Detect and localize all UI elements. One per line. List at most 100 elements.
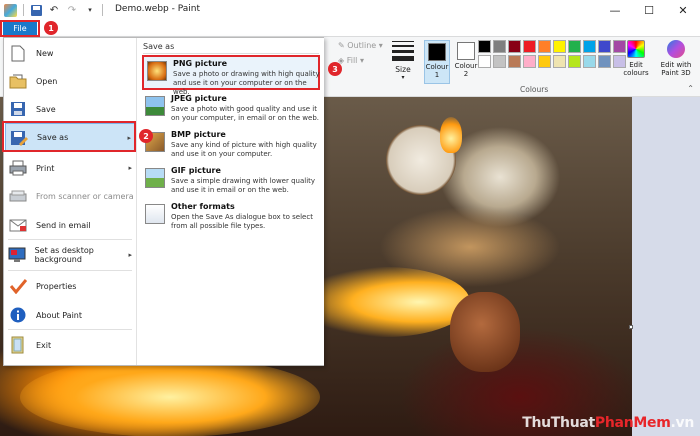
maximize-button[interactable]: ☐ [632,0,666,20]
menu-item-label: Open [36,76,58,86]
edit-colours-button[interactable]: Edit colours [622,40,650,77]
colour1-label: Colour 1 [425,63,449,79]
info-icon [8,305,28,325]
colour-palette [478,40,626,68]
chevron-right-icon: ▸ [128,164,132,172]
menu-item-new[interactable]: New [5,40,136,66]
file-menu-commands: New Open Save Save as ▸ Print ▸ From sca… [4,38,137,365]
file-tab-highlight [0,20,40,37]
palette-swatch[interactable] [493,55,506,68]
menu-item-open[interactable]: Open [5,68,136,94]
menu-divider [8,329,132,330]
palette-swatch[interactable] [553,55,566,68]
palette-swatch[interactable] [568,55,581,68]
new-file-icon [8,43,28,63]
watermark-logo: ThuThuatPhanMem.vn [522,415,694,431]
chevron-right-icon: ▸ [128,251,132,259]
menu-item-set-desktop-background[interactable]: Set as desktop background ▸ [5,242,136,268]
palette-swatch[interactable] [493,40,506,53]
menu-item-print[interactable]: Print ▸ [5,155,136,181]
option-description: Open the Save As dialogue box to select … [171,213,313,230]
open-folder-icon [8,71,28,91]
minimize-button[interactable]: — [598,0,632,20]
palette-swatch[interactable] [583,55,596,68]
save-icon [8,99,28,119]
palette-swatch[interactable] [523,40,536,53]
save-as-jpeg-option[interactable]: JPEG picture Save a photo with good qual… [142,92,320,126]
colour2-swatch [457,42,475,60]
fill-button[interactable]: ◈ Fill ▾ [338,56,364,65]
menu-item-about-paint[interactable]: About Paint [5,302,136,328]
palette-swatch[interactable] [523,55,536,68]
menu-item-label: Send in email [36,220,91,230]
menu-item-label: Properties [36,281,77,291]
paint3d-label: Edit with Paint 3D [660,61,692,77]
menu-divider [8,239,132,240]
outline-button[interactable]: ✎ Outline ▾ [338,41,383,50]
option-title: GIF picture [171,166,221,175]
other-formats-icon [145,204,165,224]
size-button[interactable]: Size ▾ [390,41,416,81]
fire-left-region [20,357,320,436]
size-icon [392,41,414,61]
save-as-submenu: Save as PNG picture Save a photo or draw… [138,38,324,365]
scanner-icon [8,186,28,206]
chevron-down-icon: ▾ [401,74,405,81]
palette-swatch[interactable] [553,40,566,53]
option-description: Save a photo with good quality and use i… [171,105,319,122]
menu-item-label: From scanner or camera [36,191,134,201]
size-label: Size [395,65,411,74]
palette-swatch[interactable] [508,40,521,53]
palette-swatch[interactable] [598,40,611,53]
window-title: Demo.webp - Paint [115,4,201,14]
torch-flame-region [440,117,462,153]
jpeg-picture-icon [145,96,165,116]
desktop-background-icon [8,245,27,265]
close-button[interactable]: ✕ [666,0,700,20]
menu-item-save[interactable]: Save [5,96,136,122]
step-1-badge: 1 [44,21,58,35]
step-3-badge: 3 [328,62,342,76]
colour1-button[interactable]: Colour 1 [424,40,450,84]
edit-with-paint3d-button[interactable]: Edit with Paint 3D [654,40,698,77]
save-as-bmp-option[interactable]: BMP picture Save any kind of picture wit… [142,128,320,162]
palette-swatch[interactable] [538,55,551,68]
palette-swatch[interactable] [538,40,551,53]
colour2-button[interactable]: Colour 2 [453,40,479,84]
save-as-gif-option[interactable]: GIF picture Save a simple drawing with l… [142,164,320,198]
menu-item-properties[interactable]: Properties [5,273,136,299]
divider [143,53,319,54]
menu-item-exit[interactable]: Exit [5,332,136,358]
exit-door-icon [8,335,28,355]
menu-item-from-scanner: From scanner or camera [5,183,136,209]
option-title: BMP picture [171,130,226,139]
collapse-ribbon-icon[interactable]: ⌃ [687,84,694,93]
file-menu: New Open Save Save as ▸ Print ▸ From sca… [3,37,324,366]
save-as-png-option[interactable]: PNG picture Save a photo or drawing with… [142,55,320,96]
save-as-highlight [2,121,136,152]
outline-icon: ✎ [338,41,348,50]
palette-swatch[interactable] [508,55,521,68]
step-2-badge: 2 [139,129,153,143]
title-bar: ↶ ↷ ▾ Demo.webp - Paint — ☐ ✕ [0,0,700,20]
option-title: PNG picture [173,59,228,68]
png-picture-icon [147,61,167,81]
palette-swatch[interactable] [478,40,491,53]
menu-item-label: New [36,48,54,58]
menu-item-label: Save [36,104,56,114]
palette-swatch[interactable] [478,55,491,68]
fire-breather-face-region [450,292,520,372]
canvas-resize-handle[interactable] [629,325,633,329]
palette-swatch[interactable] [598,55,611,68]
option-title: JPEG picture [171,94,227,103]
menu-item-send-email[interactable]: Send in email [5,212,136,238]
palette-swatch[interactable] [583,40,596,53]
option-description: Save a simple drawing with lower quality… [171,177,316,194]
option-title: Other formats [171,202,235,211]
palette-swatch[interactable] [568,40,581,53]
option-description: Save any kind of picture with high quali… [171,141,317,158]
save-as-other-formats-option[interactable]: Other formats Open the Save As dialogue … [142,200,320,234]
chevron-down-icon: ▾ [378,41,383,50]
ribbon-tabs: File [0,20,700,37]
menu-item-label: Set as desktop background [34,246,94,264]
